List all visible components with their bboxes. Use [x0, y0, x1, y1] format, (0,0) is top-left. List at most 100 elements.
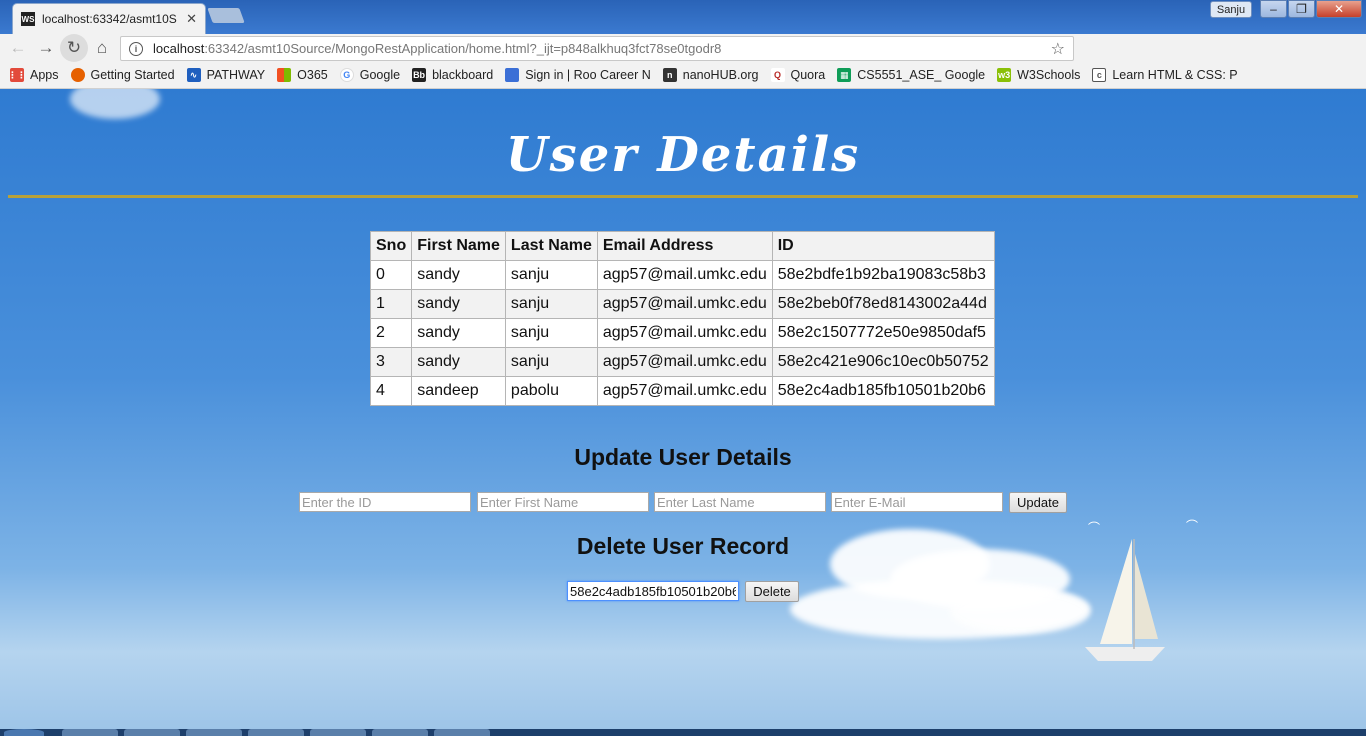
update-id-input[interactable]	[299, 492, 471, 512]
bookmark-roo-career[interactable]: Sign in | Roo Career N	[505, 68, 651, 82]
update-first-name-input[interactable]	[477, 492, 649, 512]
pathway-icon: ∿	[186, 68, 201, 82]
cell-email: agp57@mail.umkc.edu	[596, 318, 773, 348]
header-email: Email Address	[596, 231, 773, 261]
new-tab-button[interactable]	[207, 8, 245, 23]
taskbar-item[interactable]	[62, 729, 118, 736]
cell-id: 58e2c421e906c10ec0b50752	[771, 347, 995, 377]
forward-arrow-icon[interactable]: →	[32, 34, 60, 62]
cell-sno: 4	[369, 376, 413, 406]
address-bar[interactable]: i localhost:63342/asmt10Source/MongoRest…	[120, 36, 1074, 61]
taskbar-item[interactable]	[186, 729, 242, 736]
delete-button[interactable]: Delete	[745, 581, 799, 602]
delete-id-input[interactable]	[567, 581, 739, 601]
header-first-name: First Name	[411, 231, 506, 261]
w3schools-icon: w3	[997, 68, 1012, 82]
blackboard-icon: Bb	[412, 68, 427, 82]
header-sno: Sno	[369, 231, 413, 261]
taskbar-item[interactable]	[310, 729, 366, 736]
taskbar	[0, 729, 1366, 736]
cell-first-name: sandy	[411, 289, 506, 319]
cloud-decoration	[70, 89, 160, 119]
cell-id: 58e2c4adb185fb10501b20b6	[771, 376, 995, 406]
update-button[interactable]: Update	[1009, 492, 1067, 513]
office-icon	[277, 68, 292, 82]
cell-first-name: sandy	[411, 318, 506, 348]
back-arrow-icon[interactable]: ←	[4, 34, 32, 62]
bookmark-w3schools[interactable]: w3 W3Schools	[997, 68, 1080, 82]
cell-email: agp57@mail.umkc.edu	[596, 289, 773, 319]
taskbar-item[interactable]	[248, 729, 304, 736]
table-header-row: Sno First Name Last Name Email Address I…	[369, 231, 995, 261]
cell-id: 58e2bdfe1b92ba19083c58b3	[771, 260, 995, 290]
apps-grid-icon: ⋮⋮	[8, 68, 26, 82]
cell-sno: 1	[369, 289, 413, 319]
table-row: 4 sandeep pabolu agp57@mail.umkc.edu 58e…	[369, 376, 995, 406]
doc-icon: c	[1092, 68, 1107, 82]
address-url: localhost:63342/asmt10Source/MongoRestAp…	[153, 41, 722, 56]
cell-sno: 3	[369, 347, 413, 377]
bookmark-google[interactable]: G Google	[339, 68, 400, 82]
close-window-button[interactable]: ✕	[1316, 0, 1362, 18]
taskbar-item[interactable]	[372, 729, 428, 736]
tab-close-icon[interactable]: ✕	[186, 11, 197, 27]
users-table: Sno First Name Last Name Email Address I…	[369, 231, 995, 406]
cell-sno: 0	[369, 260, 413, 290]
cell-last-name: sanju	[504, 347, 598, 377]
home-icon[interactable]: ⌂	[88, 34, 116, 62]
bookmark-star-icon[interactable]: ☆	[1051, 39, 1065, 59]
cell-email: agp57@mail.umkc.edu	[596, 347, 773, 377]
update-email-input[interactable]	[831, 492, 1003, 512]
profile-button[interactable]: Sanju	[1210, 1, 1252, 18]
browser-tab-active[interactable]: WS localhost:63342/asmt10S ✕	[12, 3, 206, 34]
cell-last-name: sanju	[504, 318, 598, 348]
bookmark-cs5551[interactable]: ▦ CS5551_ASE_ Google	[837, 68, 985, 82]
reload-icon[interactable]: ↻	[60, 34, 88, 62]
tab-title: localhost:63342/asmt10S	[42, 12, 177, 26]
bookmark-blackboard[interactable]: Bb blackboard	[412, 68, 493, 82]
bird-icon: ⌒	[1186, 519, 1199, 533]
table-row: 1 sandy sanju agp57@mail.umkc.edu 58e2be…	[369, 289, 995, 319]
cell-id: 58e2c1507772e50e9850daf5	[771, 318, 995, 348]
webstorm-favicon-icon: WS	[21, 12, 35, 26]
bookmark-quora[interactable]: Q Quora	[770, 68, 825, 82]
cell-last-name: sanju	[504, 289, 598, 319]
maximize-button[interactable]: ❐	[1288, 0, 1315, 18]
table-row: 0 sandy sanju agp57@mail.umkc.edu 58e2bd…	[369, 260, 995, 290]
header-last-name: Last Name	[504, 231, 598, 261]
table-row: 3 sandy sanju agp57@mail.umkc.edu 58e2c4…	[369, 347, 995, 377]
firefox-icon	[70, 68, 85, 82]
cell-first-name: sandy	[411, 347, 506, 377]
bookmark-learn-html[interactable]: c Learn HTML & CSS: P	[1092, 68, 1238, 82]
title-divider	[8, 195, 1358, 198]
cell-email: agp57@mail.umkc.edu	[596, 260, 773, 290]
taskbar-item[interactable]	[124, 729, 180, 736]
bookmark-getting-started[interactable]: Getting Started	[70, 68, 175, 82]
quora-icon: Q	[770, 68, 785, 82]
update-last-name-input[interactable]	[654, 492, 826, 512]
cell-sno: 2	[369, 318, 413, 348]
delete-heading: Delete User Record	[576, 533, 790, 559]
cell-id: 58e2beb0f78ed8143002a44d	[771, 289, 995, 319]
taskbar-item[interactable]	[434, 729, 490, 736]
nanohub-icon: n	[662, 68, 677, 82]
start-button[interactable]	[4, 729, 44, 736]
bookmark-o365[interactable]: O365	[277, 68, 328, 82]
title-bar: WS localhost:63342/asmt10S ✕ Sanju – ❐ ✕	[0, 0, 1366, 34]
minimize-button[interactable]: –	[1260, 0, 1287, 18]
site-info-icon[interactable]: i	[129, 41, 143, 56]
cell-last-name: pabolu	[504, 376, 598, 406]
bookmark-apps[interactable]: ⋮⋮ Apps	[8, 68, 59, 82]
cloud-decoration	[950, 589, 1090, 634]
sheets-icon: ▦	[837, 68, 852, 82]
update-heading: Update User Details	[574, 444, 792, 470]
table-row: 2 sandy sanju agp57@mail.umkc.edu 58e2c1…	[369, 318, 995, 348]
bookmark-nanohub[interactable]: n nanoHUB.org	[662, 68, 759, 82]
cell-last-name: sanju	[504, 260, 598, 290]
bookmarks-bar: ⋮⋮ Apps Getting Started ∿ PATHWAY O365 G Go…	[0, 62, 1366, 89]
cell-email: agp57@mail.umkc.edu	[596, 376, 773, 406]
google-icon: G	[339, 68, 354, 82]
page-background: ⌒ ⌒ User Details Sno First Name Last Nam…	[0, 89, 1366, 729]
page-title: User Details	[505, 127, 861, 183]
bookmark-pathway[interactable]: ∿ PATHWAY	[186, 68, 265, 82]
